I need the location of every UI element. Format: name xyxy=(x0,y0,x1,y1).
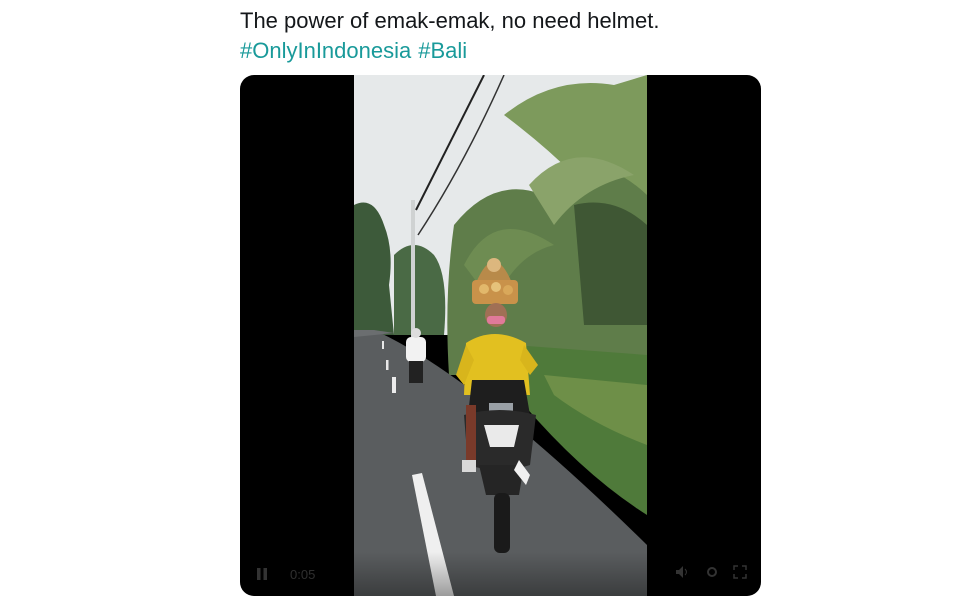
video-time: 0:05 xyxy=(290,566,316,582)
tweet-body: The power of emak-emak, no need helmet. xyxy=(240,8,660,33)
video-frame xyxy=(354,75,647,596)
hashtag-bali[interactable]: #Bali xyxy=(418,38,467,63)
pause-icon[interactable] xyxy=(254,566,270,582)
volume-icon[interactable] xyxy=(675,565,691,583)
hashtag-onlyinindonesia[interactable]: #OnlyInIndonesia xyxy=(240,38,411,63)
video-controls: 0:05 xyxy=(240,552,761,596)
gear-icon[interactable] xyxy=(705,565,719,583)
fullscreen-icon[interactable] xyxy=(733,565,747,583)
video-scene xyxy=(354,75,647,596)
video-player[interactable]: 0:05 xyxy=(240,75,761,596)
hashtag-row: #OnlyInIndonesia #Bali xyxy=(240,36,840,66)
tweet-text: The power of emak-emak, no need helmet. … xyxy=(240,6,840,66)
